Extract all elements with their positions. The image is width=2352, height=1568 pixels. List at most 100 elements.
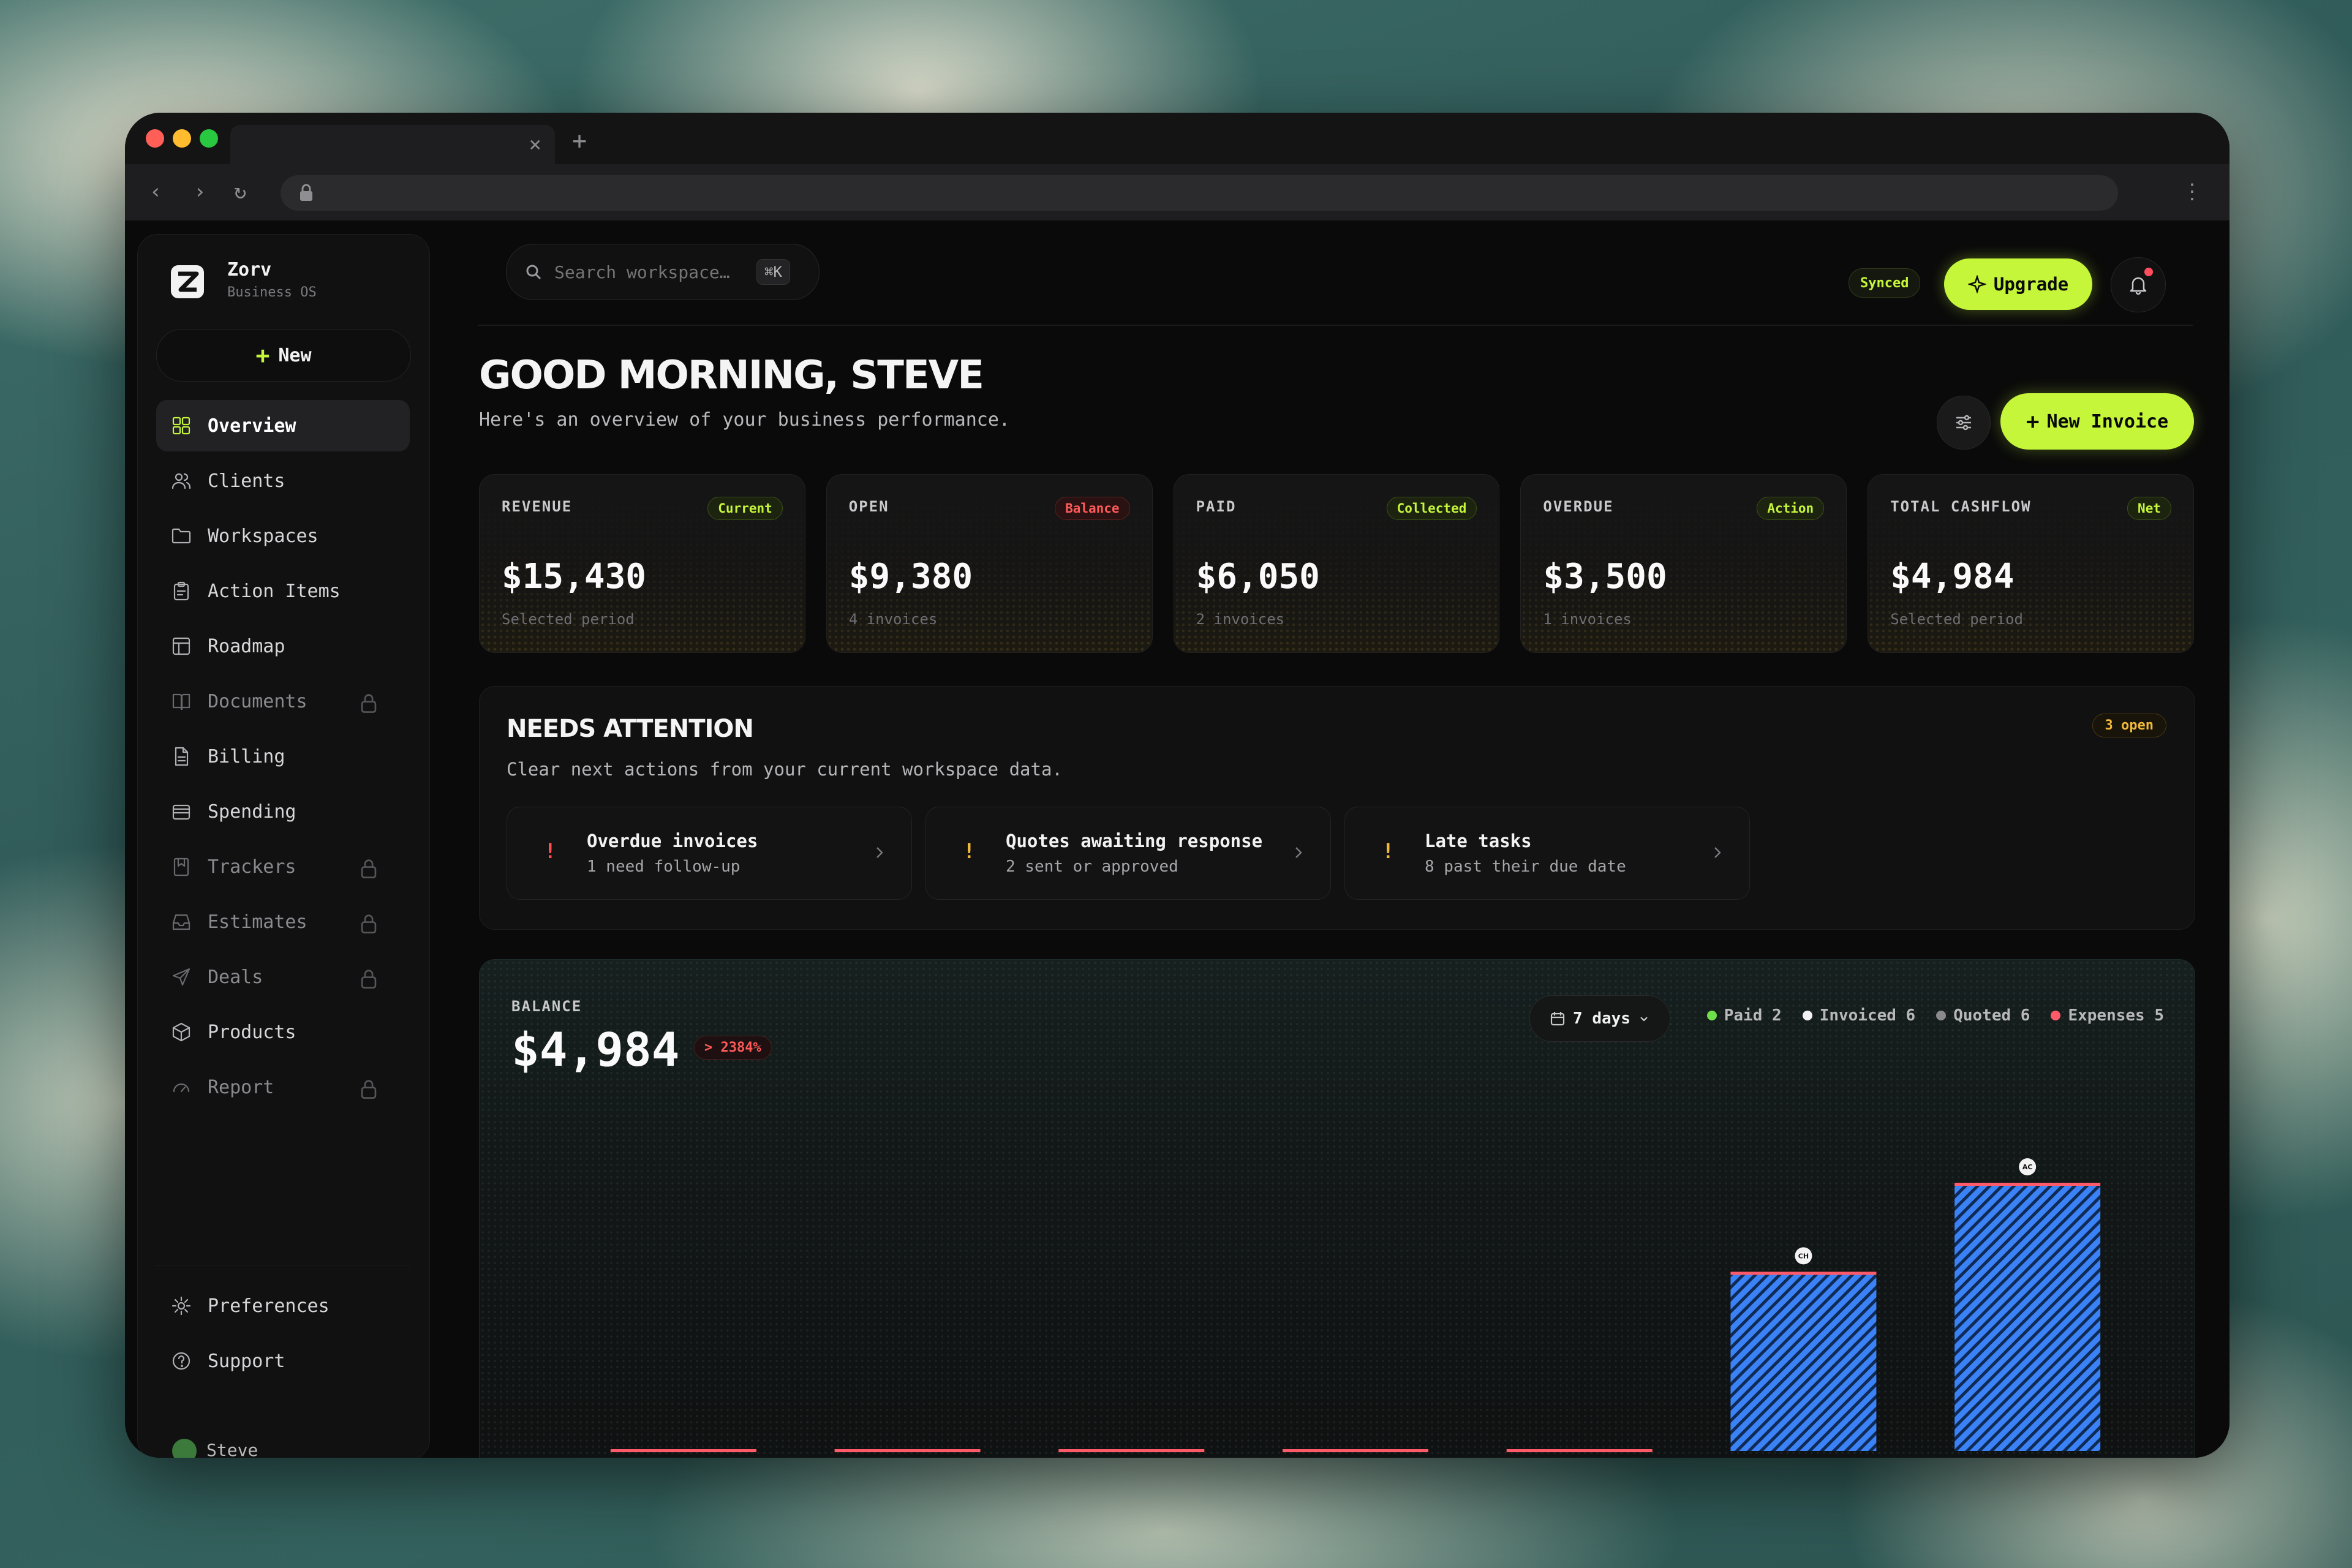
sidebar-item-workspaces[interactable]: Workspaces — [156, 510, 410, 562]
search-bar[interactable]: ⌘K — [506, 244, 820, 300]
maximize-window-button[interactable] — [200, 129, 218, 148]
clipboard-icon — [173, 581, 189, 601]
sidebar-item-estimates[interactable]: Estimates — [156, 896, 410, 948]
browser-window: × + ‹ › ↻ ⋮ Zorv Business OS + New Overv… — [125, 113, 2230, 1458]
browser-tab-bar: × + — [125, 113, 2230, 164]
date-range-select[interactable]: 7 days — [1529, 995, 1670, 1042]
sidebar-bottom: Preferences Support — [156, 1265, 410, 1390]
filter-button[interactable] — [1937, 396, 1991, 450]
stat-value: $3,500 — [1543, 557, 1667, 597]
lock-icon — [300, 184, 312, 201]
page-title: GOOD MORNING, STEVE — [479, 353, 984, 398]
sidebar-item-billing[interactable]: Billing — [156, 731, 410, 782]
lock-icon — [361, 1080, 377, 1099]
address-bar[interactable] — [281, 175, 2118, 211]
new-tab-button[interactable]: + — [572, 126, 587, 156]
brand-name: Zorv — [227, 259, 272, 281]
stat-badge: Net — [2127, 497, 2171, 520]
chart-bar[interactable] — [1954, 1184, 2101, 1451]
lock-icon — [361, 970, 377, 989]
stat-card-total-cashflow[interactable]: TOTAL CASHFLOW Net $4,984 Selected period — [1868, 474, 2194, 653]
forward-button[interactable]: › — [194, 176, 206, 207]
upgrade-button[interactable]: Upgrade — [1944, 258, 2092, 310]
new-button-label: New — [278, 344, 312, 366]
sidebar-item-action-items[interactable]: Action Items — [156, 565, 410, 617]
chart-bar[interactable] — [834, 1449, 981, 1452]
attention-card-title: Overdue invoices — [587, 831, 758, 851]
attention-card[interactable]: ! Late tasks 8 past their due date — [1344, 807, 1750, 900]
stat-subtext: 4 invoices — [848, 611, 938, 628]
chart-legend: Paid 2 Invoiced 6 Quoted 6 Expenses 5 — [1706, 1006, 2164, 1025]
stat-label: PAID — [1196, 498, 1237, 515]
stat-badge: Balance — [1055, 497, 1130, 520]
box-icon — [172, 1022, 190, 1042]
browser-menu-button[interactable]: ⋮ — [2182, 176, 2203, 207]
chevron-right-icon — [1295, 847, 1302, 858]
new-invoice-button[interactable]: + New Invoice — [2000, 393, 2194, 450]
stat-label: TOTAL CASHFLOW — [1890, 498, 2032, 515]
browser-tab[interactable]: × — [230, 125, 555, 164]
stat-card-open[interactable]: OPEN Balance $9,380 4 invoices — [826, 474, 1153, 653]
stat-card-paid[interactable]: PAID Collected $6,050 2 invoices — [1173, 474, 1500, 653]
stat-card-revenue[interactable]: REVENUE Current $15,430 Selected period — [479, 474, 805, 653]
sidebar-item-spending[interactable]: Spending — [156, 786, 410, 837]
attention-card[interactable]: ! Quotes awaiting response 2 sent or appro… — [925, 807, 1331, 900]
legend-item[interactable]: Quoted 6 — [1936, 1006, 2030, 1025]
stat-badge: Action — [1757, 497, 1825, 520]
chart-bar[interactable] — [610, 1449, 756, 1452]
sidebar-item-label: Products — [208, 1021, 296, 1043]
chevron-down-icon — [1640, 1017, 1648, 1022]
legend-label: Paid 2 — [1724, 1006, 1782, 1025]
tab-close-icon[interactable]: × — [529, 130, 541, 159]
stat-subtext: Selected period — [1890, 611, 2023, 628]
sidebar-item-trackers[interactable]: Trackers — [156, 841, 410, 892]
lock-icon — [361, 694, 377, 713]
main-content: ⌘K Synced Upgrade GOOD MORNING, STEVE He… — [478, 221, 2217, 1458]
attention-card[interactable]: ! Overdue invoices 1 need follow-up — [507, 807, 912, 900]
chart-bar[interactable] — [1058, 1449, 1205, 1452]
search-input[interactable] — [553, 261, 752, 283]
reload-button[interactable]: ↻ — [234, 176, 246, 207]
header-divider — [478, 325, 2193, 326]
sidebar-item-roadmap[interactable]: Roadmap — [156, 620, 410, 672]
sidebar-item-products[interactable]: Products — [156, 1006, 410, 1058]
stat-card-overdue[interactable]: OVERDUE Action $3,500 1 invoices — [1520, 474, 1847, 653]
grid-icon — [172, 417, 190, 435]
gauge-icon — [173, 1083, 190, 1093]
chart-bar[interactable] — [1283, 1449, 1428, 1452]
stat-badge: Collected — [1386, 497, 1477, 520]
avatar[interactable] — [172, 1439, 197, 1458]
folder-icon — [172, 528, 191, 544]
attention-card-title: Late tasks — [1425, 831, 1532, 851]
chevron-right-icon — [876, 847, 883, 858]
chart-bar-cap — [1730, 1272, 1877, 1275]
attention-card-subtitle: 1 need follow-up — [587, 858, 741, 876]
sidebar-item-documents[interactable]: Documents — [156, 676, 410, 727]
sidebar-item-overview[interactable]: Overview — [156, 400, 410, 451]
sidebar-item-preferences[interactable]: Preferences — [156, 1280, 410, 1332]
brand-tagline: Business OS — [227, 285, 317, 300]
zorv-logo-icon — [171, 265, 204, 298]
book-icon — [172, 693, 190, 710]
new-button[interactable]: + New — [156, 329, 411, 382]
chart-bar[interactable] — [1730, 1273, 1877, 1451]
attention-card-subtitle: 2 sent or approved — [1006, 858, 1178, 876]
chart-bar[interactable] — [1506, 1449, 1653, 1452]
sidebar-item-deals[interactable]: Deals — [156, 951, 410, 1003]
legend-label: Quoted 6 — [1953, 1006, 2030, 1025]
balance-label: BALANCE — [511, 998, 582, 1015]
minimize-window-button[interactable] — [173, 129, 191, 148]
sidebar-item-label: Overview — [208, 415, 296, 437]
back-button[interactable]: ‹ — [149, 176, 162, 207]
legend-item[interactable]: Invoiced 6 — [1802, 1006, 1916, 1025]
sidebar-item-report[interactable]: Report — [156, 1061, 410, 1113]
legend-label: Invoiced 6 — [1819, 1006, 1916, 1025]
sidebar-item-clients[interactable]: Clients — [156, 455, 410, 507]
sidebar-item-label: Trackers — [208, 856, 296, 878]
legend-item[interactable]: Expenses 5 — [2051, 1006, 2164, 1025]
sidebar-item-support[interactable]: Support — [156, 1335, 410, 1387]
close-window-button[interactable] — [146, 129, 164, 148]
new-invoice-label: New Invoice — [2046, 410, 2169, 432]
legend-item[interactable]: Paid 2 — [1706, 1006, 1782, 1025]
notifications-button[interactable] — [2111, 257, 2166, 312]
